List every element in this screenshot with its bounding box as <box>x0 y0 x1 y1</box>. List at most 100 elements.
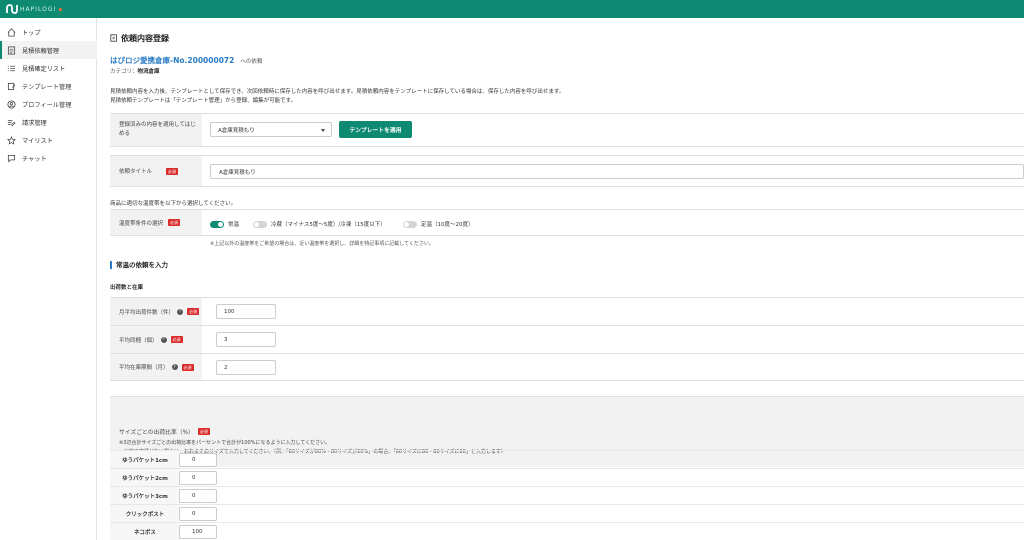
help-icon[interactable]: ? <box>177 308 184 315</box>
size-row-label: ゆうパケット2cm <box>110 469 180 487</box>
invoice-icon <box>7 118 16 127</box>
size-row-label: ゆうパケット1cm <box>110 451 180 469</box>
main-content: 依頼内容登録 はぴロジ愛携倉庫-No.200000072 への依頼 カテゴリ：物… <box>97 18 1024 540</box>
required-badge: 必須 <box>197 428 210 435</box>
category-label: カテゴリ： <box>110 69 138 75</box>
sidebar-item-label: チャット <box>22 155 47 163</box>
size-ratio-input[interactable]: 0 <box>179 471 217 485</box>
size-ratio-input[interactable]: 0 <box>179 507 217 521</box>
category-value: 物流倉庫 <box>137 69 160 75</box>
size-ratio-input[interactable]: 0 <box>179 489 217 503</box>
size-ratio-note-1: ※3辺合計サイズごとの出荷比率をパーセントで合計が100%になるように入力してく… <box>119 440 331 446</box>
sidebar-item-confirmed-list[interactable]: 見積確定リスト <box>0 59 97 77</box>
required-badge: 必須 <box>168 219 181 226</box>
size-ratio-input[interactable]: 0 <box>179 453 217 467</box>
size-row: ゆうパケット2cm 0 <box>110 468 1024 487</box>
avg-stock-period-row: 平均在庫期間（月） ? 必須 2 <box>110 353 1024 381</box>
toggle-switch[interactable] <box>253 220 267 228</box>
list-icon <box>7 64 16 73</box>
page-title-text: 依頼内容登録 <box>121 34 169 43</box>
temperature-note: ※上記以外の温度帯をご希望の場合は、近い温度帯を選択し、詳細を特記事項に記載して… <box>210 241 434 247</box>
avg-bundle-row: 平均同梱（個） ? 必須 3 <box>110 325 1024 353</box>
sidebar-item-templates[interactable]: テンプレート管理 <box>0 77 97 95</box>
edit-document-icon <box>110 33 118 44</box>
size-row-label: クリックポスト <box>110 505 180 523</box>
template-select[interactable]: A倉庫見積もり <box>210 122 332 137</box>
row-label: 月平均出荷件数（件） ? 必須 <box>110 298 202 325</box>
toggle-label: 冷蔵（マイナス5度〜5度）/冷凍（15度以下） <box>271 222 386 228</box>
sidebar-item-chat[interactable]: チャット <box>0 149 97 167</box>
help-icon[interactable]: ? <box>160 336 167 343</box>
size-row-label: ネコポス <box>110 523 180 540</box>
toggle-label: 常温 <box>228 222 240 228</box>
logo-mark-icon <box>6 4 18 14</box>
row-label: 平均同梱（個） ? 必須 <box>110 326 202 353</box>
sub-heading: 出荷数と在庫 <box>110 285 144 291</box>
toggle-chilled-frozen[interactable]: 冷蔵（マイナス5度〜5度）/冷凍（15度以下） <box>253 220 386 228</box>
row-label: 平均在庫期間（月） ? 必須 <box>110 354 202 380</box>
sidebar-item-profile[interactable]: プロフィール管理 <box>0 95 97 113</box>
description-line-2: 見積依頼テンプレートは「テンプレート管理」から登録、編集が可能です。 <box>110 98 297 104</box>
warehouse-suffix: への依頼 <box>240 59 263 65</box>
title-label-text: 依頼タイトル <box>119 169 153 175</box>
toggle-constant-temp[interactable]: 定温（10度〜20度） <box>403 220 474 228</box>
apply-template-button[interactable]: テンプレートを適用 <box>339 121 412 138</box>
size-ratio-input[interactable]: 100 <box>179 525 217 539</box>
template-row-label: 登録済みの内容を適用してはじめる <box>110 114 202 146</box>
row-label-text: 平均同梱（個） <box>119 337 158 344</box>
toggle-label: 定温（10度〜20度） <box>421 222 474 228</box>
sidebar-item-mylist[interactable]: マイリスト <box>0 131 97 149</box>
sidebar-item-label: トップ <box>22 29 41 37</box>
sidebar-item-label: マイリスト <box>22 137 53 145</box>
required-badge: 必須 <box>181 363 194 371</box>
sidebar-item-billing[interactable]: 請求管理 <box>0 113 97 131</box>
logo[interactable]: HAPILOGI <box>6 3 63 15</box>
toggle-switch[interactable] <box>403 220 417 228</box>
title-input[interactable]: A倉庫見積もり <box>210 164 1024 179</box>
monthly-shipments-input[interactable]: 100 <box>216 304 276 319</box>
sidebar-item-label: 見積確定リスト <box>22 65 66 73</box>
size-ratio-title-text: サイズごとの出荷比率（%） <box>119 430 194 436</box>
row-label-text: 月平均出荷件数（件） <box>119 309 175 316</box>
size-ratio-title: サイズごとの出荷比率（%） 必須 <box>119 427 210 436</box>
temperature-row-label: 温度帯条件の選択 必須 <box>110 210 202 235</box>
size-row-label: ゆうパケット3cm <box>110 487 180 505</box>
required-badge: 必須 <box>166 167 179 175</box>
template-select-value: A倉庫見積もり <box>218 127 255 134</box>
sidebar-item-top[interactable]: トップ <box>0 23 97 41</box>
required-badge: 必須 <box>170 336 183 343</box>
warehouse-link[interactable]: はぴロジ愛携倉庫-No.200000072 <box>110 55 234 66</box>
toggle-switch[interactable] <box>210 220 224 228</box>
temperature-label-text: 温度帯条件の選択 <box>119 220 164 227</box>
top-bar: HAPILOGI <box>0 0 1024 18</box>
star-icon <box>7 135 16 145</box>
avg-stock-period-input[interactable]: 2 <box>216 360 276 375</box>
title-row: 依頼タイトル 必須 A倉庫見積もり <box>110 155 1024 187</box>
logo-dot-icon <box>59 7 63 11</box>
section-heading: 常温の依頼を入力 <box>110 261 168 269</box>
help-icon[interactable]: ? <box>171 364 178 370</box>
sidebar-item-quote-requests[interactable]: 見積依頼管理 <box>0 41 97 59</box>
chevron-down-icon <box>321 128 325 132</box>
temperature-row: 温度帯条件の選択 必須 常温 冷蔵（マイナス5度〜5度）/冷凍（15度以下） 定… <box>110 209 1024 236</box>
document-icon <box>7 45 16 55</box>
toggle-normal-temp[interactable]: 常温 <box>210 220 239 228</box>
size-row: クリックポスト 0 <box>110 504 1024 523</box>
profile-icon <box>7 99 16 109</box>
sidebar-item-label: 請求管理 <box>22 119 47 127</box>
template-row: 登録済みの内容を適用してはじめる A倉庫見積もり テンプレートを適用 <box>110 113 1024 147</box>
temperature-intro: 商品に適切な温度帯を以下から選択してください。 <box>110 201 237 207</box>
home-icon <box>7 27 16 37</box>
template-icon <box>7 82 16 91</box>
chat-icon <box>7 154 16 163</box>
sidebar-item-label: 見積依頼管理 <box>22 47 60 55</box>
size-row: ゆうパケット3cm 0 <box>110 486 1024 505</box>
avg-bundle-input[interactable]: 3 <box>216 332 276 347</box>
monthly-shipments-row: 月平均出荷件数（件） ? 必須 100 <box>110 297 1024 325</box>
sidebar-item-label: テンプレート管理 <box>22 83 72 91</box>
sidebar: トップ 見積依頼管理 見積確定リスト テンプレート管理 プロフィール管理 請求管… <box>0 18 97 540</box>
category-line: カテゴリ：物流倉庫 <box>110 67 160 75</box>
warehouse-line: はぴロジ愛携倉庫-No.200000072 への依頼 <box>110 55 262 66</box>
sidebar-item-label: プロフィール管理 <box>22 101 72 109</box>
title-row-label: 依頼タイトル 必須 <box>110 156 202 186</box>
